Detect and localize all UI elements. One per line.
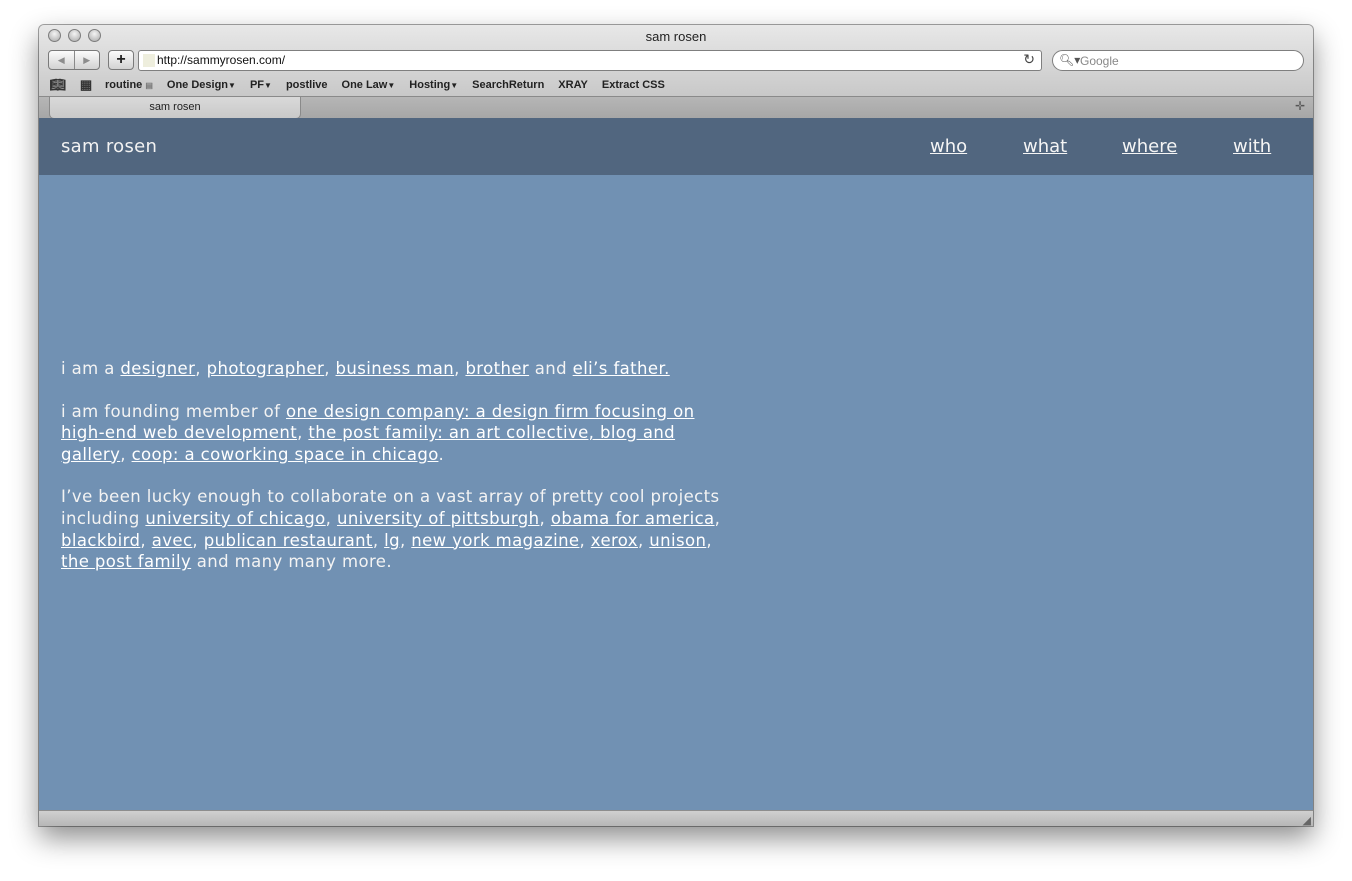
bookmarks-book-icon[interactable]: 📖︎ bbox=[49, 77, 67, 93]
chevron-down-icon: ▼ bbox=[450, 81, 459, 90]
link-new-york-magazine[interactable]: new york magazine bbox=[411, 531, 579, 550]
bookmark-postlive[interactable]: postlive bbox=[286, 79, 328, 91]
history-buttons: ◀ ▶ bbox=[48, 50, 100, 70]
link-publican-restaurant[interactable]: publican restaurant bbox=[204, 531, 373, 550]
favicon-icon bbox=[143, 54, 155, 67]
chevron-down-icon: ▼ bbox=[387, 81, 396, 90]
nav-where[interactable]: where bbox=[1122, 136, 1177, 157]
reload-icon[interactable]: ↻ bbox=[1023, 51, 1035, 68]
bookmark-routine[interactable]: routine ▤ bbox=[105, 79, 153, 91]
back-arrow-icon[interactable]: ◀ bbox=[49, 51, 74, 69]
web-page: sam rosen who what where with i am a des… bbox=[39, 118, 1313, 810]
link-the-post-family[interactable]: the post family bbox=[61, 552, 191, 571]
bookmark-one-law[interactable]: One Law▼ bbox=[342, 79, 396, 91]
link-avec[interactable]: avec bbox=[152, 531, 193, 550]
link-university-of-pittsburgh[interactable]: university of pittsburgh bbox=[337, 509, 540, 528]
browser-window: sam rosen ◀ ▶ + http://sammyrosen.com/ ↻… bbox=[39, 25, 1313, 826]
bookmark-searchreturn[interactable]: SearchReturn bbox=[472, 79, 544, 91]
resize-grip-icon[interactable]: ◢ bbox=[1303, 814, 1311, 826]
link-xerox[interactable]: xerox bbox=[591, 531, 638, 550]
bookmark-extract-css[interactable]: Extract CSS bbox=[602, 79, 665, 91]
folder-icon: ▤ bbox=[145, 81, 153, 90]
status-bar: ◢ bbox=[39, 810, 1313, 826]
bookmark-pf[interactable]: PF▼ bbox=[250, 79, 272, 91]
link-business-man[interactable]: business man bbox=[336, 359, 455, 378]
search-placeholder: Google bbox=[1080, 54, 1119, 68]
intro-paragraph-clients: I’ve been lucky enough to collaborate on… bbox=[61, 487, 721, 572]
link-obama-for-america[interactable]: obama for america bbox=[551, 509, 715, 528]
chevron-down-icon: ▼ bbox=[228, 81, 236, 90]
browser-chrome: sam rosen ◀ ▶ + http://sammyrosen.com/ ↻… bbox=[39, 25, 1313, 122]
bookmark-xray[interactable]: XRAY bbox=[558, 79, 588, 91]
nav-with[interactable]: with bbox=[1233, 136, 1271, 157]
link-elis-father[interactable]: eli’s father. bbox=[573, 359, 670, 378]
url-text[interactable]: http://sammyrosen.com/ bbox=[157, 53, 285, 67]
link-blackbird[interactable]: blackbird bbox=[61, 531, 140, 550]
link-photographer[interactable]: photographer bbox=[207, 359, 325, 378]
search-field[interactable]: 🔍︎▾ Google bbox=[1052, 50, 1304, 71]
bookmarks-bar: 📖︎ ▦ routine ▤ One Design▼ PF▼ postlive … bbox=[49, 76, 679, 94]
chevron-down-icon: ▼ bbox=[264, 81, 272, 90]
tab-sam-rosen[interactable]: sam rosen bbox=[49, 97, 301, 119]
nav-who[interactable]: who bbox=[930, 136, 967, 157]
intro-text: i am a designer, photographer, business … bbox=[61, 358, 731, 594]
forward-arrow-icon[interactable]: ▶ bbox=[73, 51, 100, 69]
site-header: sam rosen who what where with bbox=[39, 118, 1313, 175]
link-coop[interactable]: coop: a coworking space in chicago bbox=[132, 445, 439, 464]
add-bookmark-button[interactable]: + bbox=[108, 50, 134, 70]
site-brand[interactable]: sam rosen bbox=[61, 136, 157, 157]
nav-what[interactable]: what bbox=[1023, 136, 1067, 157]
address-bar[interactable]: http://sammyrosen.com/ ↻ bbox=[138, 50, 1042, 71]
window-title: sam rosen bbox=[645, 29, 707, 44]
bookmark-one-design[interactable]: One Design▼ bbox=[167, 79, 236, 91]
intro-paragraph-roles: i am a designer, photographer, business … bbox=[61, 359, 670, 378]
search-icon[interactable]: 🔍︎▾ bbox=[1059, 53, 1080, 67]
link-unison[interactable]: unison bbox=[649, 531, 706, 550]
link-university-of-chicago[interactable]: university of chicago bbox=[145, 509, 325, 528]
new-tab-icon[interactable]: ✛ bbox=[1295, 99, 1305, 113]
tab-bar: sam rosen ✛ bbox=[39, 96, 1313, 120]
link-designer[interactable]: designer bbox=[120, 359, 195, 378]
bookmark-hosting[interactable]: Hosting▼ bbox=[409, 79, 458, 91]
link-lg[interactable]: lg bbox=[384, 531, 400, 550]
top-sites-grid-icon[interactable]: ▦ bbox=[77, 77, 95, 93]
intro-paragraph-companies: i am founding member of one design compa… bbox=[61, 401, 695, 464]
link-brother[interactable]: brother bbox=[465, 359, 529, 378]
